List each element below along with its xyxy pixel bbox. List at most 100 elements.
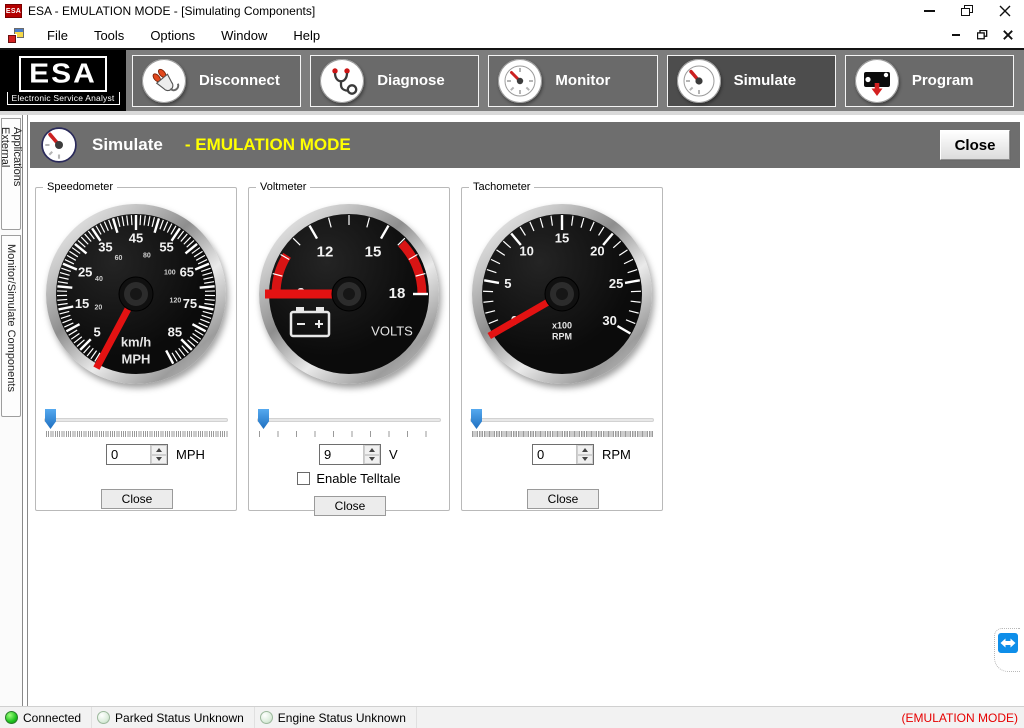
unit-label: RPM <box>602 447 631 462</box>
volt-value-input[interactable] <box>319 444 381 465</box>
menu-help[interactable]: Help <box>280 24 333 47</box>
spin-up-button[interactable] <box>577 445 593 455</box>
section-header: Simulate - EMULATION MODE Close <box>30 122 1020 168</box>
spin-down-button[interactable] <box>577 455 593 465</box>
side-tab-strip: External Applications Monitor/Simulate C… <box>0 115 22 706</box>
slider-track <box>257 418 441 422</box>
monitor-button[interactable]: Monitor <box>488 55 657 107</box>
tab-monitor-simulate-components[interactable]: Monitor/Simulate Components <box>1 235 21 417</box>
tab-label: Monitor/Simulate Components <box>5 244 17 392</box>
plug-icon <box>142 59 186 103</box>
toolbar-button-label: Diagnose <box>377 72 445 89</box>
svg-text:RPM: RPM <box>552 331 572 341</box>
connected-led-icon <box>5 711 18 724</box>
tab-external-applications[interactable]: External Applications <box>1 118 21 230</box>
svg-text:15: 15 <box>75 296 89 311</box>
groupbox-title: Speedometer <box>43 181 117 193</box>
esa-logo-text: ESA <box>29 59 97 88</box>
child-minimize-button[interactable] <box>948 28 964 42</box>
spin-up-button[interactable] <box>151 445 167 455</box>
svg-text:25: 25 <box>78 264 92 279</box>
engine-led-icon <box>260 711 273 724</box>
toolbar-button-label: Simulate <box>734 72 797 89</box>
child-restore-button[interactable] <box>974 28 990 42</box>
slider-tick-marks <box>46 431 228 437</box>
main-toolbar: ESA Electronic Service Analyst Disconnec… <box>0 48 1024 111</box>
svg-text:65: 65 <box>180 264 194 279</box>
tachometer-panel: Tachometer 051015202530x100RPM RPM <box>461 187 663 511</box>
simulate-button[interactable]: Simulate <box>667 55 836 107</box>
connection-status: Connected <box>0 707 92 728</box>
svg-text:55: 55 <box>159 240 173 255</box>
slider-track <box>44 418 228 422</box>
svg-text:5: 5 <box>504 276 511 291</box>
menu-file[interactable]: File <box>34 24 81 47</box>
tab-label: External Applications <box>0 127 23 221</box>
voltmeter-gauge: 9121518VOLTS <box>259 204 439 384</box>
svg-text:20: 20 <box>95 305 103 312</box>
svg-text:80: 80 <box>143 252 151 259</box>
svg-text:20: 20 <box>590 243 604 258</box>
slider-track <box>470 418 654 422</box>
svg-text:10: 10 <box>519 243 533 258</box>
esa-logo-subtitle: Electronic Service Analyst <box>7 92 120 105</box>
svg-text:5: 5 <box>94 324 101 339</box>
minimize-button[interactable] <box>910 0 948 22</box>
svg-text:120: 120 <box>170 298 182 305</box>
svg-text:MPH: MPH <box>122 351 151 366</box>
volt-slider[interactable] <box>255 409 443 431</box>
toolbar-button-label: Monitor <box>555 72 610 89</box>
parked-led-icon <box>97 711 110 724</box>
slider-thumb[interactable] <box>258 409 269 429</box>
slider-thumb[interactable] <box>45 409 56 429</box>
teamviewer-flyout[interactable] <box>994 628 1020 672</box>
speed-value-field[interactable] <box>107 445 150 464</box>
spin-down-button[interactable] <box>364 455 380 465</box>
speed-value-input[interactable] <box>106 444 168 465</box>
menu-options[interactable]: Options <box>137 24 208 47</box>
gauge-simulate-icon <box>40 126 78 164</box>
svg-text:VOLTS: VOLTS <box>371 323 413 338</box>
slider-tick-marks <box>472 431 654 437</box>
child-close-button[interactable] <box>1000 28 1016 42</box>
stethoscope-icon <box>320 59 364 103</box>
menu-bar: File Tools Options Window Help <box>0 22 1024 48</box>
enable-telltale-checkbox[interactable] <box>297 472 310 485</box>
teamviewer-icon <box>998 633 1018 653</box>
svg-text:85: 85 <box>168 324 182 339</box>
diagnose-button[interactable]: Diagnose <box>310 55 479 107</box>
restore-icon <box>961 5 974 17</box>
slider-tick-marks <box>259 431 441 437</box>
slider-thumb[interactable] <box>471 409 482 429</box>
rpm-slider[interactable] <box>468 409 656 431</box>
gauge-icon <box>498 59 542 103</box>
voltmeter-close-button[interactable]: Close <box>314 496 386 516</box>
program-button[interactable]: Program <box>845 55 1014 107</box>
spin-up-button[interactable] <box>364 445 380 455</box>
close-icon <box>999 5 1011 17</box>
esa-logo: ESA Electronic Service Analyst <box>0 50 126 111</box>
mdi-child-icon[interactable] <box>8 28 24 43</box>
speedometer-close-button[interactable]: Close <box>101 489 173 509</box>
rpm-value-field[interactable] <box>533 445 576 464</box>
svg-text:45: 45 <box>129 230 143 245</box>
toolbar-button-label: Program <box>912 72 974 89</box>
speedometer-panel: Speedometer 5152535455565758520406080100… <box>35 187 237 511</box>
rpm-value-input[interactable] <box>532 444 594 465</box>
menu-tools[interactable]: Tools <box>81 24 137 47</box>
spin-down-button[interactable] <box>151 455 167 465</box>
close-window-button[interactable] <box>986 0 1024 22</box>
speed-slider[interactable] <box>42 409 230 431</box>
restore-button[interactable] <box>948 0 986 22</box>
volt-value-field[interactable] <box>320 445 363 464</box>
voltmeter-panel: Voltmeter 9121518VOLTS V <box>248 187 450 511</box>
tachometer-close-button[interactable]: Close <box>527 489 599 509</box>
disconnect-button[interactable]: Disconnect <box>132 55 301 107</box>
restore-icon <box>977 30 988 40</box>
menu-window[interactable]: Window <box>208 24 280 47</box>
page-close-button[interactable]: Close <box>940 130 1010 160</box>
svg-text:12: 12 <box>317 243 334 260</box>
parked-status: Parked Status Unknown <box>92 707 255 728</box>
esa-application-window: { "window": { "title": "ESA - EMULATION … <box>0 0 1024 728</box>
svg-text:km/h: km/h <box>121 334 151 349</box>
